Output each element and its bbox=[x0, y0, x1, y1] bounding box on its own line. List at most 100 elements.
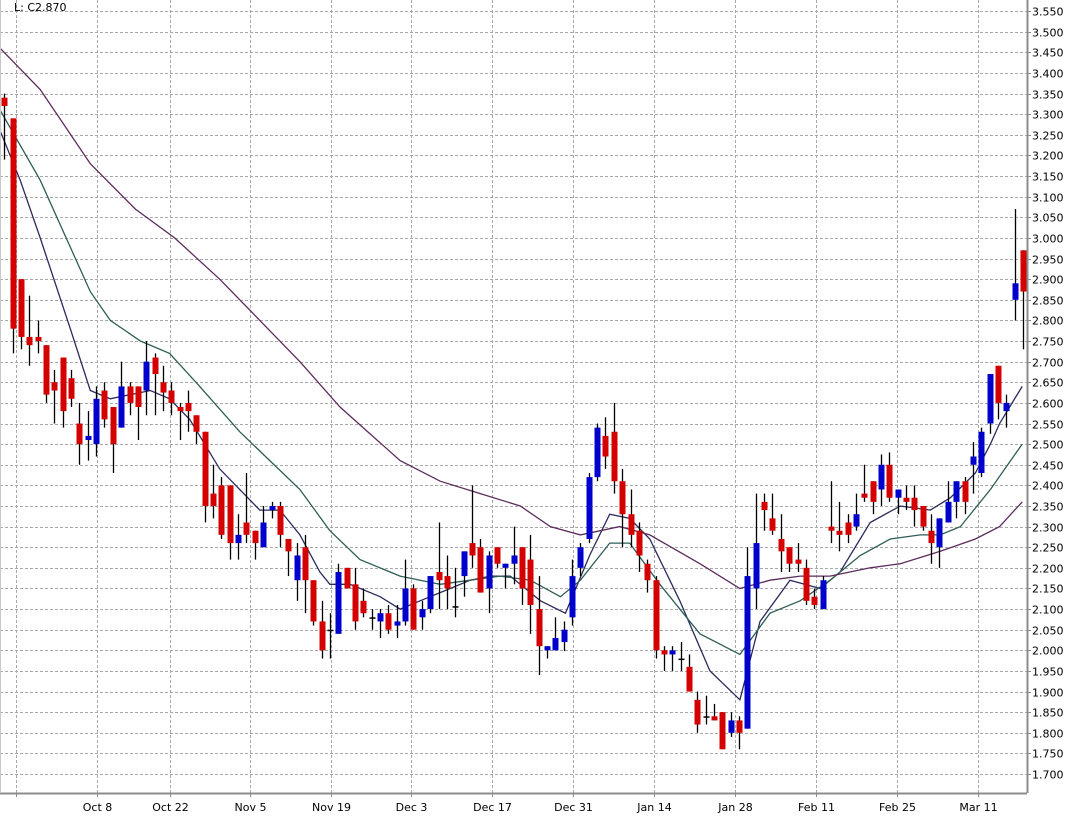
candle-body bbox=[853, 514, 860, 527]
x-tick-label: Jan 28 bbox=[717, 801, 752, 814]
candle-down bbox=[76, 402, 83, 465]
candle-down bbox=[202, 431, 209, 523]
candle-down bbox=[661, 646, 668, 671]
candle-up bbox=[269, 501, 276, 519]
candle-body bbox=[60, 357, 67, 412]
y-tick-label: 3.400 bbox=[1032, 68, 1064, 81]
candle-body bbox=[719, 712, 726, 750]
candle-body bbox=[870, 481, 877, 502]
x-tick-label: Jan 14 bbox=[636, 801, 671, 814]
candle-down bbox=[527, 534, 534, 634]
candle-body bbox=[536, 609, 543, 647]
candle-up bbox=[143, 341, 150, 416]
candle-body bbox=[360, 600, 367, 614]
candle-body bbox=[552, 637, 559, 651]
y-tick-label: 2.300 bbox=[1032, 522, 1064, 535]
candle-up bbox=[1012, 209, 1019, 321]
candle-body bbox=[210, 493, 217, 506]
candle-body bbox=[277, 505, 284, 535]
candle-down bbox=[519, 547, 526, 605]
candle-body bbox=[1003, 402, 1010, 412]
candle-down bbox=[836, 501, 843, 552]
candle-body bbox=[970, 456, 977, 465]
y-tick-label: 2.200 bbox=[1032, 563, 1064, 576]
candle-body bbox=[694, 699, 701, 725]
candle-up bbox=[1003, 394, 1010, 428]
candle-body bbox=[828, 526, 835, 531]
candle-down bbox=[611, 402, 618, 494]
candle-down bbox=[436, 522, 443, 610]
candle-body bbox=[51, 382, 58, 391]
candle-down bbox=[962, 477, 969, 515]
candle-body bbox=[93, 398, 100, 445]
candle-up bbox=[853, 493, 860, 531]
candle-up bbox=[978, 427, 985, 478]
candle-up bbox=[945, 481, 952, 523]
y-tick-label: 3.450 bbox=[1032, 47, 1064, 60]
y-tick-label: 2.750 bbox=[1032, 336, 1064, 349]
candle-up bbox=[294, 543, 301, 601]
y-tick-label: 2.250 bbox=[1032, 542, 1064, 555]
y-tick-label: 3.250 bbox=[1032, 130, 1064, 143]
candle-body bbox=[335, 571, 342, 634]
candle-body bbox=[477, 547, 484, 593]
candle-down bbox=[10, 118, 17, 354]
candle-body bbox=[769, 518, 776, 531]
y-tick-label: 2.000 bbox=[1032, 645, 1064, 658]
candle-body bbox=[611, 431, 618, 482]
x-tick-label: Oct 22 bbox=[152, 801, 189, 814]
candle-body bbox=[978, 431, 985, 473]
candle-body bbox=[285, 538, 292, 552]
candle-down bbox=[845, 514, 852, 544]
candle-down bbox=[185, 390, 192, 432]
candle-up bbox=[260, 505, 267, 548]
candle-up bbox=[419, 600, 426, 630]
candle-body bbox=[911, 497, 918, 511]
y-tick-label: 2.400 bbox=[1032, 480, 1064, 493]
candle-body bbox=[811, 596, 818, 605]
candle-body bbox=[511, 555, 518, 564]
candle-body bbox=[795, 559, 802, 564]
candle-body bbox=[653, 580, 660, 651]
candle-down bbox=[828, 481, 835, 544]
candle-body bbox=[544, 646, 551, 651]
candle-body bbox=[836, 530, 843, 535]
candle-body bbox=[761, 501, 768, 511]
candle-body bbox=[327, 629, 334, 632]
candle-body bbox=[703, 716, 710, 718]
candle-body bbox=[269, 505, 276, 511]
candle-up bbox=[402, 559, 409, 626]
y-tick-label: 2.950 bbox=[1032, 254, 1064, 267]
candle-body bbox=[903, 497, 910, 502]
candle-body bbox=[820, 580, 827, 610]
candle-up bbox=[569, 559, 576, 626]
candle-body bbox=[43, 345, 50, 395]
candle-body bbox=[310, 580, 317, 622]
candle-body bbox=[444, 576, 451, 589]
candle-down bbox=[1, 93, 8, 160]
candle-down bbox=[35, 320, 42, 354]
candle-body bbox=[728, 720, 735, 733]
candle-down bbox=[602, 417, 609, 469]
x-tick-label: Feb 25 bbox=[879, 801, 916, 814]
candle-down bbox=[168, 382, 175, 416]
candle-down bbox=[352, 567, 359, 630]
candle-body bbox=[1012, 283, 1019, 300]
candle-down bbox=[252, 530, 259, 560]
candle-body bbox=[427, 576, 434, 610]
candle-body bbox=[410, 588, 417, 630]
candle-body bbox=[85, 435, 92, 441]
grid bbox=[0, 0, 1027, 793]
candle-body bbox=[736, 720, 743, 733]
candle-down bbox=[193, 415, 200, 445]
candle-down bbox=[719, 712, 726, 750]
candle-up bbox=[678, 642, 685, 671]
candle-body bbox=[110, 407, 117, 445]
candle-body bbox=[352, 584, 359, 622]
candle-body bbox=[636, 530, 643, 556]
candle-down bbox=[694, 691, 701, 733]
candle-body bbox=[619, 481, 626, 515]
candle-body bbox=[486, 555, 493, 589]
candle-body bbox=[235, 534, 242, 544]
candle-body bbox=[185, 402, 192, 412]
